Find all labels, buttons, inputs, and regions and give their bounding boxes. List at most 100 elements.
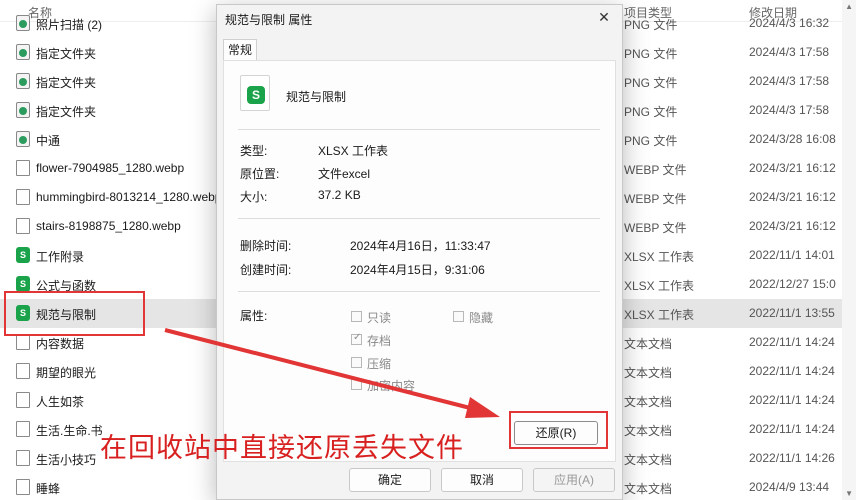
file-type-cell: XLSX 工作表 bbox=[624, 308, 695, 322]
file-type-cell: WEBP 文件 bbox=[624, 163, 687, 177]
scroll-up-icon[interactable]: ▲ bbox=[845, 2, 853, 11]
file-date-cell: 2022/11/1 13:55 bbox=[749, 306, 835, 320]
png-file-icon bbox=[16, 73, 30, 89]
file-date-cell: 2024/3/21 16:12 bbox=[749, 161, 836, 175]
document-icon bbox=[16, 421, 30, 437]
document-icon bbox=[16, 392, 30, 408]
size-label: 大小: bbox=[240, 190, 268, 204]
document-icon bbox=[16, 218, 30, 234]
highlight-selected-file-box bbox=[4, 291, 145, 336]
file-date-cell: 2022/11/1 14:24 bbox=[749, 422, 835, 436]
hidden-label: 隐藏 bbox=[469, 311, 494, 325]
created-time-value: 2024年4月15日，9:31:06 bbox=[350, 263, 485, 277]
file-date-cell: 2022/12/27 15:0 bbox=[749, 277, 836, 291]
file-date-cell: 2022/11/1 14:24 bbox=[749, 335, 835, 349]
file-name-cell: 睡蜂 bbox=[36, 482, 61, 496]
file-date-cell: 2024/3/28 16:08 bbox=[749, 132, 836, 146]
file-date-cell: 2022/11/1 14:24 bbox=[749, 364, 835, 378]
file-name: 规范与限制 bbox=[286, 90, 347, 104]
file-date-cell: 2022/11/1 14:24 bbox=[749, 393, 835, 407]
file-name-cell: 指定文件夹 bbox=[36, 47, 97, 61]
file-type-cell: WEBP 文件 bbox=[624, 192, 687, 206]
file-date-cell: 2024/3/21 16:12 bbox=[749, 190, 836, 204]
divider bbox=[238, 291, 600, 292]
dialog-title: 规范与限制 属性 bbox=[225, 13, 313, 27]
file-date-cell: 2024/4/9 13:44 bbox=[749, 480, 830, 494]
file-name-cell: flower-7904985_1280.webp bbox=[36, 161, 185, 175]
png-file-icon bbox=[16, 44, 30, 60]
file-name-cell: 生活小技巧 bbox=[36, 453, 97, 467]
png-file-icon bbox=[16, 15, 30, 31]
tab-general[interactable]: 常规 bbox=[223, 39, 257, 61]
xlsx-file-icon: S bbox=[16, 276, 30, 292]
file-name-cell: 内容数据 bbox=[36, 337, 85, 351]
file-name-cell: 期望的眼光 bbox=[36, 366, 97, 380]
file-name-cell: 中通 bbox=[36, 134, 61, 148]
encrypt-label: 加密内容 bbox=[367, 379, 416, 393]
png-file-icon bbox=[16, 102, 30, 118]
file-type-cell: 文本文档 bbox=[624, 482, 673, 496]
file-type-cell: XLSX 工作表 bbox=[624, 279, 695, 293]
file-date-cell: 2024/4/3 16:32 bbox=[749, 16, 830, 30]
cancel-button[interactable]: 取消 bbox=[441, 468, 523, 492]
xlsx-file-icon: S bbox=[240, 75, 270, 111]
readonly-checkbox[interactable] bbox=[351, 311, 362, 322]
readonly-label: 只读 bbox=[367, 311, 392, 325]
file-date-cell: 2024/3/21 16:12 bbox=[749, 219, 836, 233]
compress-checkbox[interactable] bbox=[351, 357, 362, 368]
document-icon bbox=[16, 363, 30, 379]
document-icon bbox=[16, 479, 30, 495]
compress-label: 压缩 bbox=[367, 357, 392, 371]
document-icon bbox=[16, 450, 30, 466]
file-date-cell: 2024/4/3 17:58 bbox=[749, 45, 830, 59]
location-value: 文件excel bbox=[318, 167, 371, 181]
file-type-cell: 文本文档 bbox=[624, 424, 673, 438]
document-icon bbox=[16, 160, 30, 176]
attributes-label: 属性: bbox=[240, 309, 268, 323]
file-name-cell: hummingbird-8013214_1280.webp bbox=[36, 190, 216, 204]
file-name-cell: stairs-8198875_1280.webp bbox=[36, 219, 181, 233]
type-value: XLSX 工作表 bbox=[318, 144, 389, 158]
file-type-cell: PNG 文件 bbox=[624, 134, 678, 148]
file-type-cell: PNG 文件 bbox=[624, 18, 678, 32]
file-type-cell: 文本文档 bbox=[624, 366, 673, 380]
deleted-time-label: 删除时间: bbox=[240, 239, 292, 253]
apply-button[interactable]: 应用(A) bbox=[533, 468, 615, 492]
file-date-cell: 2022/11/1 14:01 bbox=[749, 248, 835, 262]
annotation-caption: 在回收站中直接还原丢失文件 bbox=[100, 433, 464, 464]
archive-checkbox[interactable] bbox=[351, 332, 362, 345]
size-value: 37.2 KB bbox=[318, 188, 361, 202]
document-icon bbox=[16, 189, 30, 205]
divider bbox=[238, 218, 600, 219]
xlsx-badge: S bbox=[247, 86, 265, 104]
file-type-cell: PNG 文件 bbox=[624, 76, 678, 90]
file-name-cell: 工作附录 bbox=[36, 250, 85, 264]
hidden-checkbox[interactable] bbox=[453, 311, 464, 322]
file-name-cell: 指定文件夹 bbox=[36, 76, 97, 90]
file-name-cell: 指定文件夹 bbox=[36, 105, 97, 119]
file-type-cell: PNG 文件 bbox=[624, 47, 678, 61]
file-type-cell: 文本文档 bbox=[624, 337, 673, 351]
document-icon bbox=[16, 334, 30, 350]
deleted-time-value: 2024年4月16日，11:33:47 bbox=[350, 239, 491, 253]
file-date-cell: 2024/4/3 17:58 bbox=[749, 74, 830, 88]
file-type-cell: PNG 文件 bbox=[624, 105, 678, 119]
vertical-scrollbar[interactable]: ▲ ▼ bbox=[842, 0, 856, 500]
type-label: 类型: bbox=[240, 144, 268, 158]
divider bbox=[238, 129, 600, 130]
file-type-cell: 文本文档 bbox=[624, 395, 673, 409]
xlsx-file-icon: S bbox=[16, 247, 30, 263]
ok-button[interactable]: 确定 bbox=[349, 468, 431, 492]
encrypt-checkbox[interactable] bbox=[351, 379, 362, 390]
file-name-cell: 生活.生命.书 bbox=[36, 424, 103, 438]
general-panel: S 规范与限制 类型: XLSX 工作表 原位置: 文件excel 大小: 37… bbox=[223, 60, 616, 462]
archive-label: 存档 bbox=[367, 334, 392, 348]
created-time-label: 创建时间: bbox=[240, 263, 292, 277]
scroll-down-icon[interactable]: ▼ bbox=[845, 489, 853, 498]
highlight-restore-box bbox=[509, 411, 608, 449]
file-date-cell: 2022/11/1 14:26 bbox=[749, 451, 835, 465]
location-label: 原位置: bbox=[240, 167, 280, 181]
file-type-cell: WEBP 文件 bbox=[624, 221, 687, 235]
close-icon[interactable]: ✕ bbox=[596, 9, 612, 25]
file-name-cell: 照片扫描 (2) bbox=[36, 18, 103, 32]
